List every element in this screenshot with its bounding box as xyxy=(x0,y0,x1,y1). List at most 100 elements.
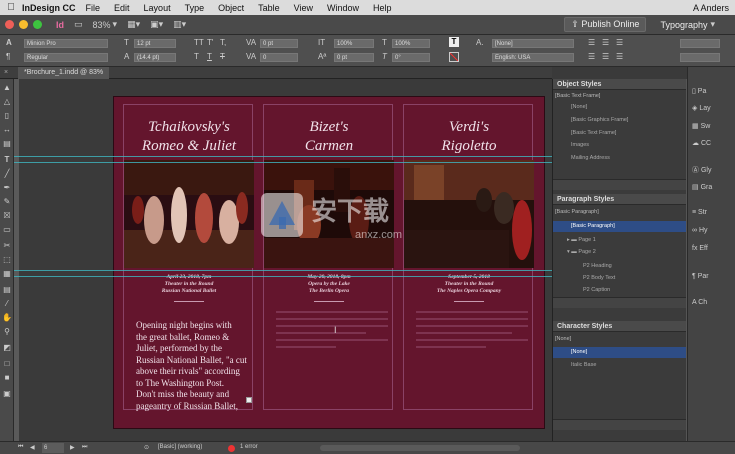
align-right-icon[interactable]: ☰ xyxy=(616,38,623,47)
menu-type[interactable]: Type xyxy=(185,3,205,13)
hand-tool-icon[interactable]: ✋ xyxy=(2,313,12,323)
minimize-window-button[interactable] xyxy=(19,20,28,29)
gradient-tool-icon[interactable]: ▦ xyxy=(2,269,12,279)
small-caps-button[interactable]: T xyxy=(194,52,199,61)
subscript-button[interactable]: T, xyxy=(220,38,226,47)
character-styles-panel-header[interactable]: Character Styles xyxy=(553,321,688,332)
type-tool-icon[interactable]: T xyxy=(2,155,12,165)
paragraph-styles-panel-header[interactable]: Paragraph Styles xyxy=(553,194,688,205)
column-carmen[interactable]: Bizet's Carmen May 20, 2018, 8pm Opera b… xyxy=(263,104,394,410)
language-field[interactable]: English: USA xyxy=(492,53,574,62)
pencil-tool-icon[interactable]: ✎ xyxy=(2,197,12,207)
object-style-item[interactable]: [Basic Graphics Frame] xyxy=(553,115,688,126)
justify-center-icon[interactable]: ☰ xyxy=(602,52,609,61)
paragraph-style-group[interactable]: ▾ ▬ Page 2 xyxy=(553,247,688,258)
horizontal-guide[interactable] xyxy=(14,156,552,157)
skew-field[interactable]: 0° xyxy=(392,53,430,62)
object-style-item[interactable]: [Basic Text Frame] xyxy=(553,128,688,139)
font-family-field[interactable]: Minion Pro xyxy=(24,39,108,48)
document-tab[interactable]: *Brochure_1.indd @ 83% xyxy=(18,67,110,79)
font-style-field[interactable]: Regular xyxy=(24,53,108,62)
object-style-item[interactable]: [None] xyxy=(553,102,688,113)
last-page-icon[interactable]: ⏭ xyxy=(82,444,87,451)
gap-tool-icon[interactable]: ↔ xyxy=(2,125,12,135)
screen-mode-icon[interactable]: ▣ xyxy=(2,389,12,399)
first-page-icon[interactable]: ⏮ xyxy=(18,444,23,451)
baseline-shift-field[interactable]: 0 pt xyxy=(334,53,374,62)
publish-online-button[interactable]: ⇪ Publish Online xyxy=(564,17,647,32)
horizontal-guide[interactable] xyxy=(14,276,552,277)
gradient-panel-tab[interactable]: ▤ Gra xyxy=(692,183,712,191)
app-menu[interactable]: InDesign CC xyxy=(22,3,76,13)
object-style-item[interactable]: Images xyxy=(553,140,688,151)
stroke-panel-tab[interactable]: ≡ Str xyxy=(692,209,707,216)
zoom-level[interactable]: 83% xyxy=(93,20,111,30)
formatting-affects-container-icon[interactable]: □ xyxy=(2,359,12,369)
user-name[interactable]: A Anders xyxy=(693,3,729,13)
paragraph-panel-tab[interactable]: ¶ Par xyxy=(692,273,709,280)
menu-view[interactable]: View xyxy=(294,3,313,13)
preflight-profile-icon[interactable]: ⊙ xyxy=(144,444,149,451)
layers-panel-tab[interactable]: ◈ Lay xyxy=(692,104,711,112)
close-icon[interactable]: × xyxy=(4,67,8,79)
character-panel-tab[interactable]: A Ch xyxy=(692,299,707,306)
page-number-field[interactable]: 6 xyxy=(42,443,64,453)
arrange-documents-icon[interactable]: ▥▾ xyxy=(173,19,186,30)
body-text-frame[interactable]: Opening night begins with the great ball… xyxy=(136,320,254,412)
rectangle-tool-icon[interactable]: ▭ xyxy=(2,225,12,235)
tracking-field[interactable]: 0 xyxy=(260,53,298,62)
align-left-icon[interactable]: ☰ xyxy=(588,38,595,47)
content-collector-icon[interactable]: ▤ xyxy=(2,139,12,149)
menu-layout[interactable]: Layout xyxy=(144,3,171,13)
selection-tool-icon[interactable]: ▲ xyxy=(2,83,12,93)
workspace-switcher[interactable]: Typography xyxy=(660,20,707,30)
scissors-tool-icon[interactable]: ✂ xyxy=(2,241,12,251)
apple-icon[interactable]:  xyxy=(0,2,22,13)
event-details[interactable]: April 23, 2018, 7pm Theater in the Round… xyxy=(124,274,254,295)
horizontal-guide[interactable] xyxy=(14,270,552,271)
overset-text-icon[interactable] xyxy=(246,397,252,403)
menu-object[interactable]: Object xyxy=(218,3,244,13)
glyphs-panel-tab[interactable]: Ⓐ Gly xyxy=(692,165,711,175)
hyperlinks-panel-tab[interactable]: ∞ Hy xyxy=(692,227,708,234)
vertical-scale-field[interactable]: 100% xyxy=(334,39,374,48)
column-rigoletto[interactable]: Verdi's Rigoletto September 5, 2018 Thea… xyxy=(403,104,534,410)
fill-stroke-icon[interactable]: ◩ xyxy=(2,343,12,353)
next-page-icon[interactable]: ▶ xyxy=(70,444,75,451)
paragraph-style-item[interactable]: P2 Caption xyxy=(553,285,688,296)
zoom-window-button[interactable] xyxy=(33,20,42,29)
chevron-down-icon[interactable]: ▾ xyxy=(710,19,715,30)
column-title[interactable]: Bizet's Carmen xyxy=(264,118,394,156)
paragraph-style-item[interactable]: [Basic Paragraph] xyxy=(553,221,688,232)
view-options-icon[interactable]: ▦▾ xyxy=(127,19,140,30)
event-details[interactable]: September 5, 2018 Theater in the Round T… xyxy=(404,274,534,295)
all-caps-button[interactable]: TT xyxy=(194,38,204,47)
justify-all-icon[interactable]: ☰ xyxy=(616,52,623,61)
horizontal-scrollbar[interactable] xyxy=(320,445,520,451)
brochure-spread[interactable]: Tchaikovsky's Romeo & Juliet April 23, 2… xyxy=(113,96,545,429)
character-style-item[interactable]: [None] xyxy=(553,347,688,358)
paragraph-style-item[interactable]: P2 Body Text xyxy=(553,273,688,284)
horizontal-guide[interactable] xyxy=(14,162,552,163)
justify-left-icon[interactable]: ☰ xyxy=(588,52,595,61)
preflight-errors[interactable]: 1 error xyxy=(240,444,258,450)
bridge-icon[interactable]: ▭ xyxy=(74,19,83,30)
horizontal-scale-field[interactable]: 100% xyxy=(392,39,430,48)
superscript-button[interactable]: T' xyxy=(207,38,213,47)
text-stroke-swatch[interactable] xyxy=(449,52,459,62)
character-formatting-icon[interactable]: A xyxy=(6,38,12,47)
line-tool-icon[interactable]: ╱ xyxy=(2,169,12,179)
apply-color-icon[interactable]: ■ xyxy=(2,373,12,383)
close-window-button[interactable] xyxy=(5,20,14,29)
text-fill-swatch[interactable]: T xyxy=(449,37,459,47)
menu-file[interactable]: File xyxy=(86,3,101,13)
menu-edit[interactable]: Edit xyxy=(114,3,130,13)
right-indent-field[interactable] xyxy=(680,53,720,62)
character-style-item[interactable]: Italic Base xyxy=(553,360,688,371)
screen-mode-icon[interactable]: ▣▾ xyxy=(150,19,163,30)
chevron-down-icon[interactable]: ▾ xyxy=(113,19,118,30)
menu-table[interactable]: Table xyxy=(258,3,280,13)
swatches-panel-tab[interactable]: ▦ Sw xyxy=(692,122,710,130)
object-style-item[interactable]: Mailing Address xyxy=(553,153,688,164)
kerning-field[interactable]: 0 pt xyxy=(260,39,298,48)
